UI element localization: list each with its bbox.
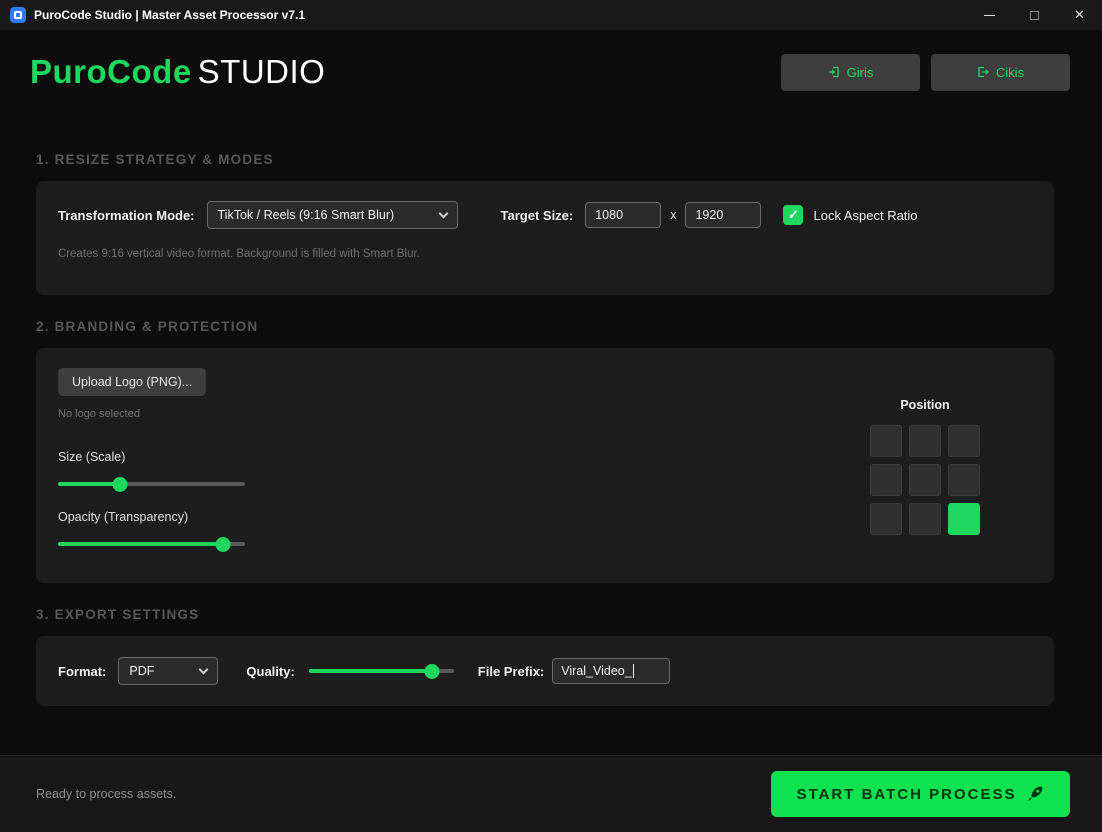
- file-prefix-value: Viral_Video_: [561, 664, 632, 678]
- position-cell[interactable]: [909, 503, 941, 535]
- logout-label: Cikis: [995, 64, 1025, 80]
- format-select[interactable]: PDF: [118, 657, 219, 685]
- target-width-input[interactable]: [585, 202, 662, 228]
- position-grid: [870, 425, 980, 535]
- start-batch-label: START BATCH PROCESS: [796, 785, 1017, 803]
- branding-card: Upload Logo (PNG)... No logo selected Si…: [36, 348, 1054, 583]
- app-icon-glyph: [14, 11, 22, 19]
- rocket-icon: [1028, 786, 1043, 801]
- lock-aspect-checkbox[interactable]: ✓: [783, 205, 804, 225]
- brand-studio: STUDIO: [197, 53, 326, 90]
- resize-card: Transformation Mode: TikTok / Reels (9:1…: [36, 181, 1054, 295]
- transformation-mode-value: TikTok / Reels (9:16 Smart Blur): [217, 208, 395, 222]
- size-separator: x: [670, 208, 677, 222]
- slider-thumb[interactable]: [215, 537, 231, 552]
- format-label: Format:: [58, 663, 107, 679]
- app-icon: [10, 7, 26, 23]
- slider-thumb[interactable]: [424, 664, 440, 679]
- close-button[interactable]: ✕: [1057, 0, 1102, 30]
- file-prefix-input[interactable]: Viral_Video_: [552, 658, 671, 684]
- start-batch-button[interactable]: START BATCH PROCESS: [771, 771, 1070, 817]
- section-heading-resize: 1. RESIZE STRATEGY & MODES: [36, 152, 274, 167]
- login-button[interactable]: Giris: [781, 53, 920, 91]
- mode-helper-text: Creates 9:16 vertical video format. Back…: [58, 248, 420, 260]
- position-cell[interactable]: [870, 425, 902, 457]
- minimize-icon: [984, 14, 995, 16]
- status-text: Ready to process assets.: [36, 787, 177, 801]
- status-bar: Ready to process assets. START BATCH PRO…: [0, 755, 1102, 832]
- position-cell[interactable]: [948, 425, 980, 457]
- lock-aspect-label: Lock Aspect Ratio: [813, 207, 918, 223]
- position-cell[interactable]: [909, 464, 941, 496]
- transformation-mode-label: Transformation Mode:: [58, 207, 195, 223]
- chevron-down-icon: [198, 664, 209, 674]
- titlebar: PuroCode Studio | Master Asset Processor…: [0, 0, 1102, 30]
- target-height-input[interactable]: [685, 202, 762, 228]
- position-label: Position: [900, 398, 950, 412]
- size-slider[interactable]: [58, 476, 245, 492]
- position-cell[interactable]: [948, 464, 980, 496]
- target-size-label: Target Size:: [500, 207, 574, 223]
- logout-button[interactable]: Cikis: [931, 53, 1070, 91]
- close-icon: ✕: [1074, 7, 1085, 22]
- check-icon: ✓: [788, 207, 799, 222]
- window-title: PuroCode Studio | Master Asset Processor…: [34, 8, 305, 22]
- resize-controls-row: Transformation Mode: TikTok / Reels (9:1…: [58, 201, 1032, 229]
- opacity-slider[interactable]: [58, 536, 245, 552]
- app-header: PuroCode STUDIO Giris Cikis: [30, 50, 1070, 94]
- login-icon: [828, 66, 839, 78]
- minimize-button[interactable]: [967, 0, 1012, 30]
- transformation-mode-select[interactable]: TikTok / Reels (9:16 Smart Blur): [206, 201, 458, 229]
- quality-label: Quality:: [246, 663, 295, 679]
- position-cell[interactable]: [870, 464, 902, 496]
- chevron-down-icon: [438, 208, 448, 218]
- maximize-icon: [1030, 10, 1039, 20]
- position-cell[interactable]: [948, 503, 980, 535]
- login-label: Giris: [846, 64, 874, 80]
- brand-purocode: PuroCode: [30, 53, 192, 90]
- header-actions: Giris Cikis: [781, 53, 1070, 91]
- section-heading-branding: 2. BRANDING & PROTECTION: [36, 319, 259, 334]
- logout-icon: [978, 66, 989, 78]
- slider-fill: [58, 542, 223, 546]
- slider-fill: [58, 482, 120, 486]
- slider-fill: [308, 669, 433, 673]
- export-card: Format: PDF Quality: File Prefix: Viral_…: [36, 636, 1054, 706]
- app-logo: PuroCode STUDIO: [30, 53, 325, 91]
- format-value: PDF: [129, 664, 155, 678]
- text-cursor: [632, 664, 634, 678]
- slider-thumb[interactable]: [112, 477, 128, 492]
- position-block: Position: [870, 398, 980, 535]
- quality-slider[interactable]: [308, 663, 454, 679]
- position-cell[interactable]: [870, 503, 902, 535]
- position-cell[interactable]: [909, 425, 941, 457]
- file-prefix-label: File Prefix:: [477, 663, 545, 679]
- section-heading-export: 3. EXPORT SETTINGS: [36, 607, 200, 622]
- upload-logo-button[interactable]: Upload Logo (PNG)...: [58, 368, 207, 396]
- main-content: 1. RESIZE STRATEGY & MODES Transformatio…: [0, 152, 1102, 706]
- maximize-button[interactable]: [1012, 0, 1057, 30]
- window-controls: ✕: [967, 0, 1102, 30]
